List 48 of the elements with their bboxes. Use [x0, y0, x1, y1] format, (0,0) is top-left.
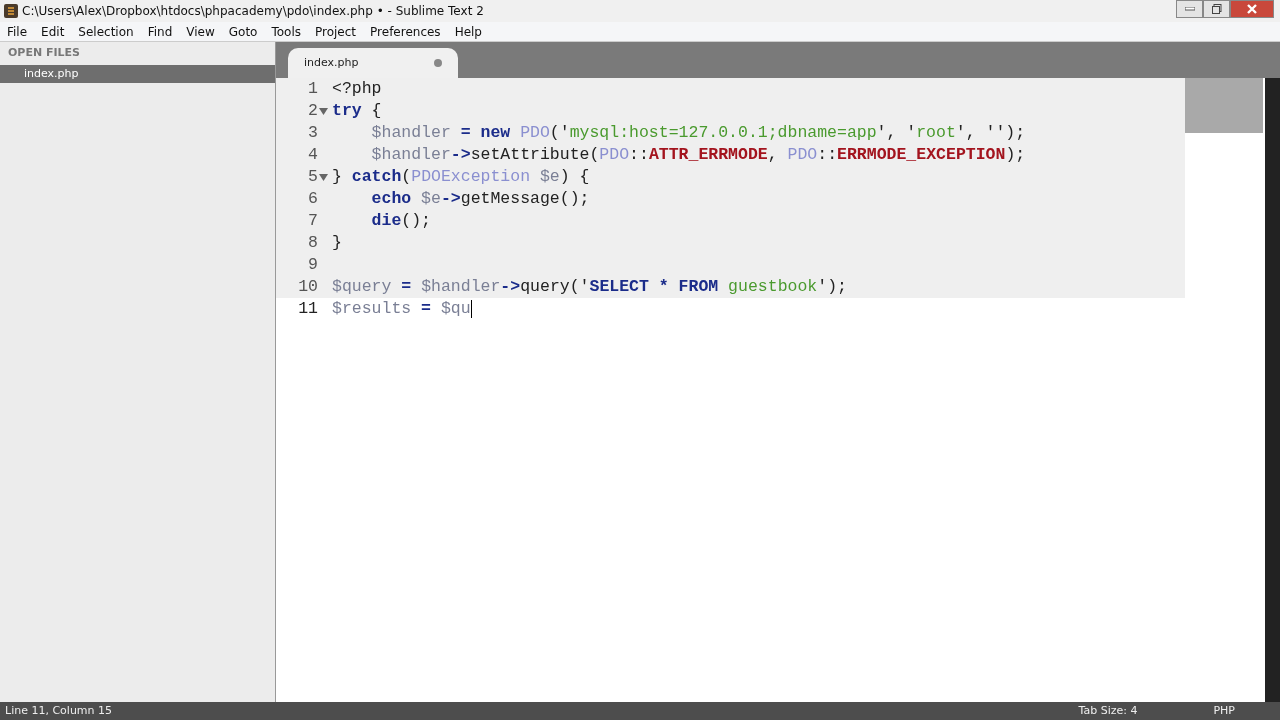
close-icon	[1246, 4, 1258, 14]
code-line: echo $e->getMessage();	[370, 188, 590, 210]
tab-size-indicator[interactable]: Tab Size: 4	[1078, 702, 1138, 720]
maximize-button[interactable]	[1203, 0, 1230, 18]
sidebar-file-item[interactable]: index.php	[0, 64, 275, 83]
menu-item[interactable]: Find	[140, 22, 180, 41]
line-number: 11	[298, 298, 318, 320]
fold-triangle-icon[interactable]	[318, 173, 328, 181]
unsaved-dot-icon	[434, 59, 442, 67]
line-number: 1	[308, 78, 318, 100]
cursor-position: Line 11, Column 15	[5, 702, 113, 719]
close-button[interactable]	[1230, 0, 1274, 18]
code-line: die();	[370, 210, 432, 232]
code-line: $handler->setAttribute(PDO::ATTR_ERRMODE, PDO::ERRMODE_EXCEPTION);	[370, 144, 1026, 166]
menu-item[interactable]: Goto	[221, 22, 265, 41]
menu-item[interactable]: Preferences	[363, 22, 448, 41]
line-number: 9	[308, 254, 318, 276]
line-number: 5	[308, 166, 318, 188]
line-number: 2	[308, 100, 318, 122]
app-icon	[4, 4, 18, 18]
minimize-icon	[1184, 7, 1195, 11]
scrollbar[interactable]	[1265, 78, 1280, 702]
line-number: 3	[308, 122, 318, 144]
code-line: $query = $handler->query('SELECT * FROM guestbook');	[331, 276, 847, 298]
menu-item[interactable]: File	[0, 22, 35, 41]
code-line: $handler = new PDO('mysql:host=127.0.0.1;dbname=app', 'root', '');	[370, 122, 1026, 144]
file-tab[interactable]: index.php	[288, 48, 458, 78]
fold-triangle-icon[interactable]	[318, 107, 328, 115]
line-number: 8	[308, 232, 318, 254]
code-line: try {	[331, 100, 382, 122]
line-number: 4	[308, 144, 318, 166]
menu-item[interactable]: Selection	[71, 22, 141, 41]
restore-icon	[1211, 4, 1222, 14]
menu-item[interactable]: Help	[447, 22, 489, 41]
line-number: 6	[308, 188, 318, 210]
sidebar-header: OPEN FILES	[7, 45, 81, 61]
menu-item[interactable]: Tools	[264, 22, 308, 41]
line-number: 7	[308, 210, 318, 232]
code-line: $results = $qu	[331, 298, 472, 320]
window-title: C:\Users\Alex\Dropbox\htdocs\phpacademy\pdo\index.php • - Sublime Text 2	[22, 3, 484, 20]
code-line: <?php	[331, 78, 382, 100]
menu-item[interactable]: View	[179, 22, 222, 41]
line-number: 10	[298, 276, 318, 298]
code-line: }	[331, 232, 342, 254]
syntax-indicator[interactable]: PHP	[1213, 702, 1235, 720]
menu-item[interactable]: Edit	[34, 22, 72, 41]
menu-item[interactable]: Project	[308, 22, 364, 41]
code-line: } catch(PDOException $e) {	[331, 166, 590, 188]
